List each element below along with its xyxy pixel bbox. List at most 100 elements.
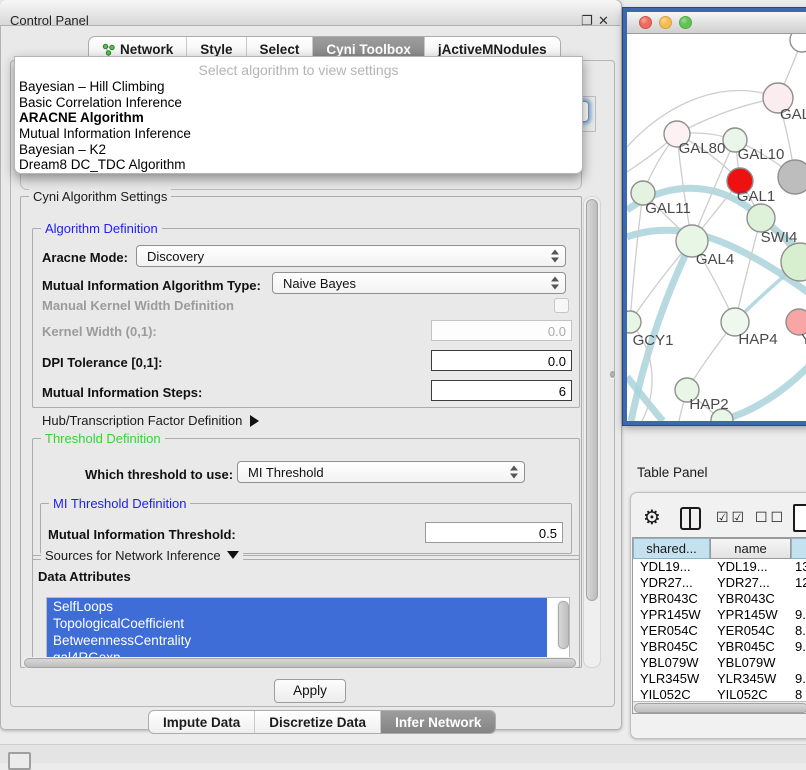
table-row[interactable]: YDR27...YDR27...12 [633, 575, 806, 591]
table-cell: YBL079W [710, 655, 791, 671]
network-node-gcy1[interactable] [627, 311, 641, 333]
select-all-icon[interactable]: ☑☑ [716, 509, 747, 526]
node-label-gal10: GAL10 [738, 146, 785, 163]
table-row[interactable]: YLR345WYLR345W9. [633, 671, 806, 687]
table-row[interactable]: YBL079WYBL079W [633, 655, 806, 671]
attribute-item-betweennesscentrality[interactable]: BetweennessCentrality [47, 632, 547, 649]
algorithm-option-dream8-dc-tdc-algorithm[interactable]: Dream8 DC_TDC Algorithm [19, 157, 578, 173]
apply-button[interactable]: Apply [274, 679, 346, 703]
attributes-list-scrollbar[interactable] [557, 600, 568, 650]
bottom-tab-label: Infer Network [395, 715, 481, 730]
network-canvas[interactable]: GALGAL80GAL10GAL1GAL11SWI4GAL4GCY1HAP4YH… [627, 34, 806, 421]
hub-definition-label: Hub/Transcription Factor Definition [42, 413, 242, 428]
algorithm-option-aracne-algorithm[interactable]: ARACNE Algorithm [19, 110, 578, 126]
column-header-a[interactable]: A [791, 538, 806, 559]
node-label-gal: GAL [780, 106, 806, 123]
table-cell: 8 [791, 687, 806, 700]
settings-horizontal-scrollbar[interactable] [22, 657, 578, 668]
which-threshold-combobox[interactable]: MI Threshold [237, 461, 525, 483]
algorithm-option-mutual-information-inference[interactable]: Mutual Information Inference [19, 126, 578, 142]
network-node[interactable] [790, 34, 806, 52]
traffic-light-minimize-icon[interactable] [659, 16, 672, 29]
table-cell: YDR27... [633, 575, 710, 591]
kernel-width-field[interactable]: 0.0 [431, 320, 572, 341]
bottom-tab-label: Discretize Data [269, 715, 366, 730]
attribute-item-selfloops[interactable]: SelfLoops [47, 598, 547, 615]
table-row[interactable]: YBR043CYBR043C [633, 591, 806, 607]
network-window-titlebar[interactable] [627, 12, 806, 34]
table-row[interactable]: YBR045CYBR045C9. [633, 639, 806, 655]
table-row[interactable]: YIL052CYIL052C8 [633, 687, 806, 700]
traffic-light-close-icon[interactable] [639, 16, 652, 29]
aracne-mode-combobox[interactable]: Discovery [136, 245, 566, 267]
attribute-item-topologicalcoefficient[interactable]: TopologicalCoefficient [47, 615, 547, 632]
network-icon [102, 43, 115, 56]
document-icon[interactable] [793, 504, 806, 532]
node-attribute-table: shared...nameA YDL19...YDL19...13YDR27..… [632, 537, 806, 714]
control-panel-titlebar[interactable] [0, 0, 620, 26]
tab-label: jActiveMNodules [438, 42, 547, 57]
table-cell: YPR145W [633, 607, 710, 623]
algorithm-options: Bayesian – Hill ClimbingBasic Correlatio… [19, 79, 578, 173]
deselect-all-icon[interactable]: ☐☐ [755, 509, 786, 526]
bottom-tab-label: Impute Data [163, 715, 240, 730]
aracne-mode-value: Discovery [147, 249, 204, 264]
table-cell: YLR345W [633, 671, 710, 687]
data-attributes-list[interactable]: SelfLoopsTopologicalCoefficientBetweenne… [46, 597, 570, 662]
table-cell: YBL079W [633, 655, 710, 671]
mi-algorithm-type-combobox[interactable]: Naive Bayes [272, 272, 566, 294]
bottom-tab-impute-data[interactable]: Impute Data [149, 711, 254, 733]
table-cell: 9. [791, 607, 806, 623]
table-cell: YBR045C [633, 639, 710, 655]
node-label-hap4: HAP4 [738, 331, 777, 348]
sources-title[interactable]: Sources for Network Inference [41, 548, 243, 563]
table-row[interactable]: YPR145WYPR145W9. [633, 607, 806, 623]
bottom-tab-discretize-data[interactable]: Discretize Data [254, 711, 380, 733]
table-cell: YPR145W [710, 607, 791, 623]
mi-steps-label: Mutual Information Steps: [42, 385, 202, 400]
network-edge [723, 362, 806, 420]
gear-icon[interactable]: ⚙ [643, 505, 661, 530]
network-edge [735, 218, 761, 322]
node-label-gal4: GAL4 [696, 251, 734, 268]
minimized-panel-icon[interactable] [8, 752, 31, 770]
settings-horizontal-scrollbar-thumb[interactable] [24, 658, 576, 668]
table-row[interactable]: YDL19...YDL19...13 [633, 559, 806, 575]
settings-vertical-scrollbar[interactable] [583, 196, 601, 668]
mi-threshold-group-title: MI Threshold Definition [49, 496, 190, 511]
table-scrollbar-thumb[interactable] [634, 703, 806, 713]
mi-steps-field[interactable]: 6 [431, 380, 572, 401]
sources-title-text: Sources for Network Inference [45, 548, 221, 563]
network-view-window[interactable]: GALGAL80GAL10GAL1GAL11SWI4GAL4GCY1HAP4YH… [623, 8, 806, 425]
column-header-shared[interactable]: shared... [633, 538, 710, 559]
table-row[interactable]: YER054CYER054C8. [633, 623, 806, 639]
cyni-algorithm-settings-title: Cyni Algorithm Settings [29, 189, 171, 204]
algorithm-option-basic-correlation-inference[interactable]: Basic Correlation Inference [19, 95, 578, 111]
network-node[interactable] [747, 204, 775, 232]
algorithm-option-bayesian-hill-climbing[interactable]: Bayesian – Hill Climbing [19, 79, 578, 95]
mi-threshold-field[interactable]: 0.5 [425, 522, 563, 543]
settings-vertical-scrollbar-thumb[interactable] [586, 199, 598, 601]
table-cell: YIL052C [710, 687, 791, 700]
table-cell: 12 [791, 575, 806, 591]
expanded-arrow-icon [227, 551, 239, 559]
algorithm-option-bayesian-k2[interactable]: Bayesian – K2 [19, 142, 578, 158]
tab-label: Network [120, 42, 173, 57]
which-threshold-value: MI Threshold [248, 465, 324, 480]
manual-kernel-checkbox[interactable] [554, 298, 569, 313]
table-cell: YBR043C [633, 591, 710, 607]
close-icon[interactable]: ✕ [598, 13, 609, 29]
hub-definition-expander[interactable]: Hub/Transcription Factor Definition [42, 413, 259, 428]
float-window-icon[interactable]: ❐ [581, 13, 593, 29]
splitter-grip[interactable] [610, 371, 615, 378]
split-view-icon[interactable] [680, 507, 701, 530]
table-horizontal-scrollbar[interactable] [633, 701, 806, 713]
dpi-tolerance-field[interactable]: 0.0 [431, 350, 572, 371]
traffic-light-zoom-icon[interactable] [679, 16, 692, 29]
bottom-tab-infer-network[interactable]: Infer Network [380, 711, 495, 733]
dropdown-prompt: Select algorithm to view settings [15, 62, 582, 78]
table-cell: YBR045C [710, 639, 791, 655]
column-header-name[interactable]: name [710, 538, 791, 559]
algorithm-dropdown-popup: Select algorithm to view settings Bayesi… [14, 56, 583, 174]
network-node[interactable] [778, 160, 806, 194]
